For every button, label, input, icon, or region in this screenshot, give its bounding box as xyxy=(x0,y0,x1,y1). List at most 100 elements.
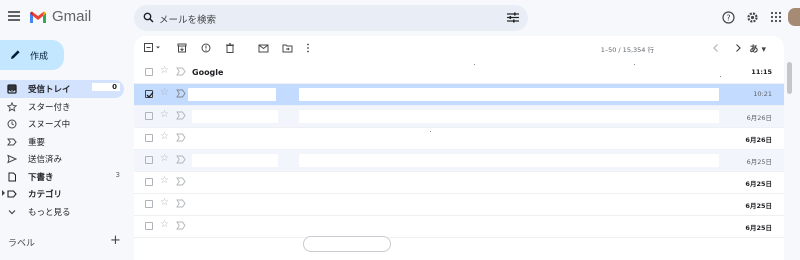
important-marker-icon[interactable] xyxy=(176,111,186,120)
email-date: 6月25日 xyxy=(745,224,772,232)
search-input[interactable]: メールを検索 xyxy=(159,12,216,26)
sidebar-item-label: 送信済み xyxy=(28,155,63,165)
email-row[interactable]: ☆ 6月25日 xyxy=(134,150,784,172)
clock-icon xyxy=(7,119,17,129)
sidebar-item-sent[interactable]: 送信済み xyxy=(0,150,128,168)
sidebar-item-label: スター付き xyxy=(28,102,71,113)
mail-toolbar: 1–50 / 15,354 行 あ ▾ xyxy=(134,36,784,60)
report-spam-icon[interactable] xyxy=(201,43,211,53)
inbox-icon xyxy=(7,84,17,94)
row-checkbox[interactable] xyxy=(145,156,153,164)
sidebar-item-starred[interactable]: スター付き xyxy=(0,98,128,116)
email-date: 10:21 xyxy=(753,90,772,98)
email-row[interactable]: ☆ Google 11:15 xyxy=(134,62,784,84)
search-options-icon[interactable] xyxy=(507,12,519,23)
redacted-subject xyxy=(299,110,719,123)
important-icon xyxy=(7,138,17,145)
sidebar-item-important[interactable]: 重要 xyxy=(0,133,128,151)
row-checkbox[interactable] xyxy=(145,90,154,98)
sidebar-item-drafts[interactable]: 下書き 3 xyxy=(0,168,128,186)
redacted-subject xyxy=(299,88,719,101)
gmail-logo-icon[interactable] xyxy=(29,10,47,24)
sidebar-item-label: カテゴリ xyxy=(28,190,63,200)
star-icon[interactable]: ☆ xyxy=(160,87,169,98)
important-marker-icon[interactable] xyxy=(176,133,186,142)
chevron-down-icon xyxy=(8,209,16,214)
dot-mark xyxy=(634,64,635,65)
important-marker-icon[interactable] xyxy=(176,177,186,186)
email-row[interactable]: ☆ 6月26日 xyxy=(134,106,784,128)
pencil-icon xyxy=(11,50,20,59)
app-name: Gmail xyxy=(52,8,92,25)
previous-page-icon[interactable] xyxy=(712,43,720,53)
more-options-icon[interactable] xyxy=(306,43,310,53)
pagination-info: 1–50 / 15,354 行 xyxy=(600,46,654,54)
star-icon[interactable]: ☆ xyxy=(160,175,169,186)
scrollbar-thumb[interactable] xyxy=(787,62,792,94)
star-icon[interactable]: ☆ xyxy=(160,109,169,120)
sidebar-item-label: 受信トレイ xyxy=(28,85,71,95)
draft-count: 3 xyxy=(115,170,120,179)
next-page-icon[interactable] xyxy=(734,43,742,53)
draft-icon xyxy=(8,172,16,181)
email-row[interactable]: ☆ 6月26日 xyxy=(134,128,784,150)
sidebar-item-categories[interactable]: カテゴリ xyxy=(0,185,128,203)
settings-gear-icon[interactable] xyxy=(746,11,759,24)
row-checkbox[interactable] xyxy=(145,178,153,186)
sidebar-item-inbox[interactable]: 受信トレイ 0 xyxy=(0,80,124,98)
sidebar-item-label: スヌーズ中 xyxy=(28,120,71,130)
star-icon[interactable]: ☆ xyxy=(160,197,169,208)
important-marker-icon[interactable] xyxy=(176,199,186,208)
email-row[interactable]: ☆ 6月25日 xyxy=(134,216,784,238)
search-bar[interactable]: メールを検索 xyxy=(134,5,528,31)
sidebar-item-label: 重要 xyxy=(28,137,46,148)
email-date: 6月25日 xyxy=(745,202,772,210)
star-icon[interactable]: ☆ xyxy=(160,65,169,76)
email-date: 11:15 xyxy=(751,68,772,76)
email-date: 6月26日 xyxy=(745,136,772,144)
account-avatar[interactable] xyxy=(788,8,800,26)
important-marker-icon[interactable] xyxy=(176,155,186,164)
row-checkbox[interactable] xyxy=(145,68,153,76)
sidebar-item-snoozed[interactable]: スヌーズ中 xyxy=(0,115,128,133)
help-icon[interactable]: ? xyxy=(722,11,735,24)
redacted-sender xyxy=(192,110,278,123)
important-marker-icon[interactable] xyxy=(176,67,186,76)
apps-grid-icon[interactable] xyxy=(770,11,782,23)
delete-icon[interactable] xyxy=(225,43,235,53)
search-icon[interactable] xyxy=(143,12,154,23)
send-icon xyxy=(7,154,17,164)
email-sender: Google xyxy=(192,68,224,77)
row-checkbox[interactable] xyxy=(145,112,153,120)
sidebar-item-more[interactable]: もっと見る xyxy=(0,203,128,221)
main-menu-icon[interactable] xyxy=(8,11,20,23)
redacted-subject xyxy=(299,154,719,167)
select-all-checkbox-icon[interactable] xyxy=(144,43,162,53)
redacted-sender xyxy=(192,154,278,167)
star-icon[interactable]: ☆ xyxy=(160,219,169,230)
sidebar-nav: 受信トレイ 0 スター付き スヌーズ中 重要 送信済み 下書き 3 カテゴリ も… xyxy=(0,80,128,220)
important-marker-icon[interactable] xyxy=(176,89,186,98)
input-tools-button[interactable]: あ ▾ xyxy=(749,42,766,55)
labels-heading: ラベル xyxy=(8,239,36,249)
archive-icon[interactable] xyxy=(177,43,187,53)
dot-mark xyxy=(720,76,721,77)
dot-mark xyxy=(474,64,475,65)
add-label-button[interactable]: + xyxy=(110,233,121,248)
row-checkbox[interactable] xyxy=(145,200,153,208)
star-icon[interactable]: ☆ xyxy=(160,131,169,142)
bottom-input-box[interactable] xyxy=(303,236,391,252)
row-checkbox[interactable] xyxy=(145,222,153,230)
expand-arrow-icon[interactable] xyxy=(2,190,5,196)
email-row[interactable]: ☆ 10:21 xyxy=(134,84,784,106)
input-tools-label: あ xyxy=(749,45,759,55)
mark-as-unread-icon[interactable] xyxy=(258,43,269,53)
move-to-icon[interactable] xyxy=(282,43,293,53)
email-row[interactable]: ☆ 6月25日 xyxy=(134,194,784,216)
row-checkbox[interactable] xyxy=(145,134,153,142)
star-icon[interactable]: ☆ xyxy=(160,153,169,164)
email-row[interactable]: ☆ 6月25日 xyxy=(134,172,784,194)
compose-button[interactable]: 作成 xyxy=(0,40,64,70)
important-marker-icon[interactable] xyxy=(176,221,186,230)
compose-label: 作成 xyxy=(30,52,49,62)
